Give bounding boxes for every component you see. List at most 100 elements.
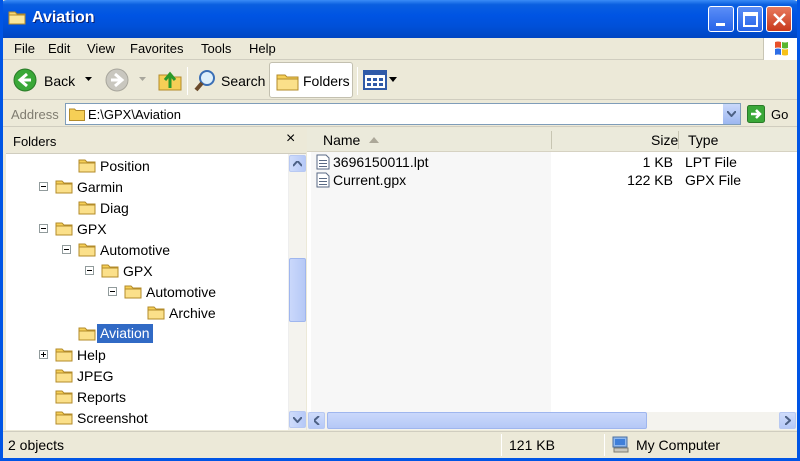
chevron-up-icon bbox=[293, 161, 302, 167]
views-button[interactable] bbox=[361, 63, 401, 97]
status-divider bbox=[501, 434, 502, 456]
folders-button[interactable]: Folders bbox=[269, 62, 353, 98]
scroll-left-button[interactable] bbox=[308, 412, 325, 429]
back-arrow-icon bbox=[13, 68, 37, 92]
column-divider[interactable] bbox=[678, 131, 679, 149]
tree-item[interactable]: Automotive bbox=[6, 239, 288, 260]
folders-pane-title: Folders bbox=[13, 134, 57, 149]
collapse-icon[interactable] bbox=[39, 182, 48, 191]
back-dropdown-icon[interactable] bbox=[85, 77, 92, 82]
tree-item-label: Reports bbox=[77, 389, 127, 405]
search-label: Search bbox=[221, 73, 266, 89]
scroll-up-button[interactable] bbox=[289, 155, 306, 172]
tree-item[interactable]: GPX bbox=[6, 260, 288, 281]
file-list-scrollbar[interactable] bbox=[307, 412, 797, 430]
menu-edit[interactable]: Edit bbox=[48, 41, 70, 56]
forward-arrow-icon bbox=[105, 68, 129, 92]
folder-icon bbox=[78, 199, 96, 218]
menu-file[interactable]: File bbox=[14, 41, 35, 56]
tree-item[interactable]: Reports bbox=[6, 386, 288, 407]
file-row[interactable]: Current.gpx 122 KB GPX File bbox=[307, 170, 797, 189]
tree-item[interactable]: Automotive bbox=[6, 281, 288, 302]
scroll-down-button[interactable] bbox=[289, 411, 306, 428]
tree-item-label: JPEG bbox=[77, 368, 114, 384]
folder-tree-scrollbar[interactable] bbox=[288, 154, 306, 430]
minimize-button[interactable] bbox=[708, 6, 734, 32]
address-dropdown-button[interactable] bbox=[722, 104, 740, 124]
views-icon bbox=[363, 70, 387, 90]
address-input[interactable]: E:\GPX\Aviation bbox=[65, 103, 741, 125]
tree-item[interactable]: Help bbox=[6, 344, 288, 365]
column-size[interactable]: Size bbox=[651, 132, 678, 148]
collapse-icon[interactable] bbox=[62, 245, 71, 254]
tree-item[interactable]: Screenshot bbox=[6, 407, 288, 428]
folders-icon bbox=[276, 74, 299, 91]
forward-dropdown-icon[interactable] bbox=[139, 77, 146, 82]
toolbar-separator bbox=[187, 67, 188, 95]
tree-item[interactable]: Garmin bbox=[6, 176, 288, 197]
folders-label: Folders bbox=[303, 73, 350, 89]
column-divider[interactable] bbox=[551, 131, 552, 149]
collapse-icon[interactable] bbox=[85, 266, 94, 275]
go-arrow-icon bbox=[747, 105, 765, 123]
tree-item[interactable]: GPX bbox=[6, 218, 288, 239]
folder-window-icon bbox=[8, 11, 26, 25]
tree-item[interactable]: Aviation bbox=[6, 323, 288, 344]
toolbar-separator bbox=[357, 67, 358, 95]
chevron-down-icon bbox=[293, 417, 302, 423]
tree-item-label: Automotive bbox=[100, 242, 171, 258]
folders-pane: Folders × Position Garmin Diag GPX Automotiv… bbox=[6, 128, 306, 430]
file-name: 3696150011.lpt bbox=[333, 154, 429, 170]
file-size: 122 KB bbox=[627, 172, 673, 188]
expand-icon[interactable] bbox=[39, 350, 48, 359]
folder-icon bbox=[55, 346, 73, 365]
sorted-column-highlight bbox=[311, 152, 551, 414]
tree-item[interactable]: JPEG bbox=[6, 365, 288, 386]
close-pane-icon[interactable]: × bbox=[286, 130, 295, 148]
folder-icon bbox=[55, 367, 73, 386]
up-folder-button[interactable] bbox=[155, 63, 185, 97]
scroll-thumb[interactable] bbox=[289, 258, 306, 322]
folder-icon bbox=[55, 388, 73, 407]
close-button[interactable] bbox=[766, 6, 792, 32]
title-bar[interactable]: Aviation bbox=[3, 0, 797, 38]
folder-icon bbox=[55, 178, 73, 197]
menu-view[interactable]: View bbox=[87, 41, 115, 56]
explorer-window: Aviation File Edit View Favorites Tools … bbox=[0, 0, 800, 461]
scroll-right-button[interactable] bbox=[779, 412, 796, 429]
folder-up-icon bbox=[158, 71, 182, 91]
collapse-icon[interactable] bbox=[108, 287, 117, 296]
file-list-pane: Name Size Type 3696150011.lpt 1 KB LPT Fil… bbox=[307, 128, 797, 430]
folder-icon bbox=[147, 304, 165, 323]
go-button[interactable]: Go bbox=[747, 104, 795, 124]
standard-toolbar: Back Search Folders bbox=[3, 61, 797, 100]
close-icon bbox=[773, 13, 786, 26]
maximize-button[interactable] bbox=[737, 6, 763, 32]
address-bar: Address E:\GPX\Aviation Go bbox=[3, 101, 797, 127]
menu-favorites[interactable]: Favorites bbox=[130, 41, 183, 56]
menu-tools[interactable]: Tools bbox=[201, 41, 231, 56]
file-row[interactable]: 3696150011.lpt 1 KB LPT File bbox=[307, 152, 797, 171]
chevron-left-icon bbox=[314, 416, 320, 425]
folder-icon bbox=[78, 241, 96, 260]
tree-item-label: GPX bbox=[123, 263, 153, 279]
column-type[interactable]: Type bbox=[688, 132, 718, 148]
tree-item[interactable]: Diag bbox=[6, 197, 288, 218]
search-button[interactable]: Search bbox=[191, 63, 267, 97]
collapse-icon[interactable] bbox=[39, 224, 48, 233]
scroll-thumb[interactable] bbox=[327, 412, 647, 429]
views-dropdown-icon bbox=[389, 77, 397, 82]
tree-item-label: Position bbox=[100, 158, 150, 174]
back-button[interactable]: Back bbox=[9, 63, 101, 97]
forward-button[interactable] bbox=[103, 63, 153, 97]
menu-bar: File Edit View Favorites Tools Help bbox=[3, 38, 797, 60]
tree-item[interactable]: Archive bbox=[6, 302, 288, 323]
status-location: My Computer bbox=[636, 437, 721, 453]
chevron-right-icon bbox=[785, 416, 791, 425]
status-object-count: 2 objects bbox=[8, 437, 65, 453]
column-name[interactable]: Name bbox=[323, 132, 360, 148]
tree-item[interactable]: Position bbox=[6, 155, 288, 176]
my-computer-icon bbox=[612, 436, 629, 453]
sort-ascending-icon bbox=[369, 137, 379, 143]
menu-help[interactable]: Help bbox=[249, 41, 276, 56]
